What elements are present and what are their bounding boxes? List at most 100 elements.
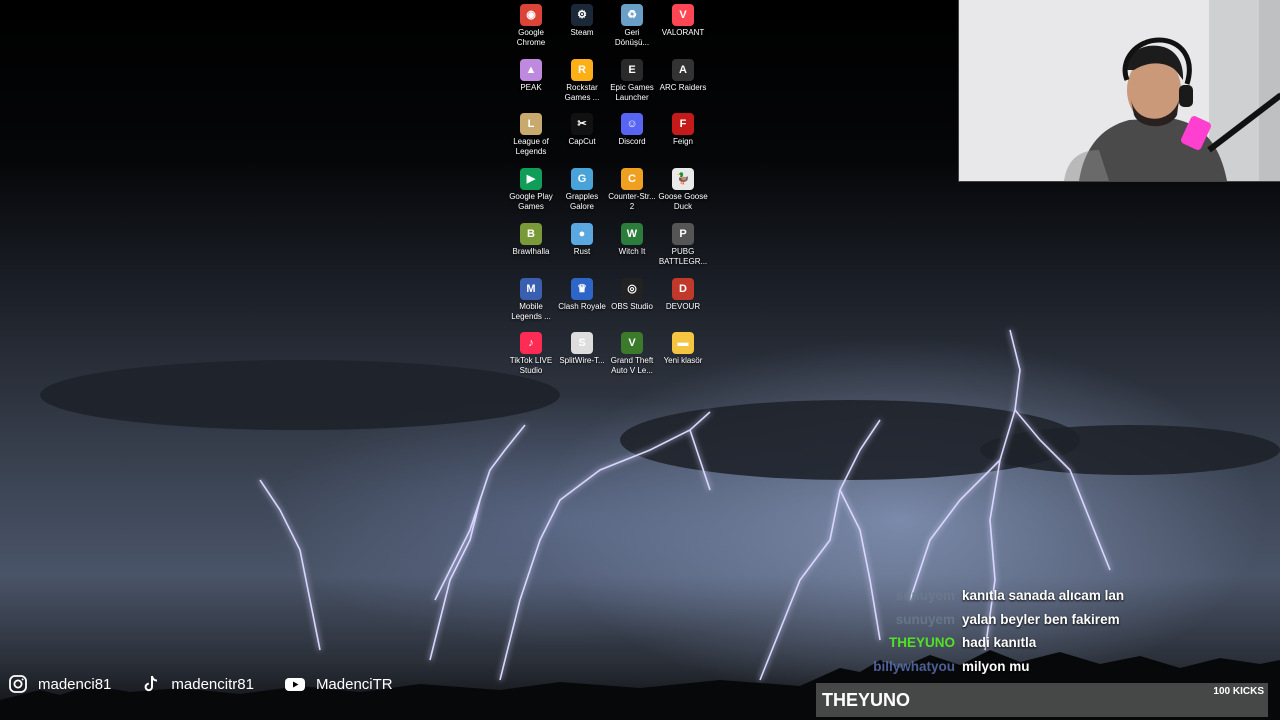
desktop-shortcut[interactable]: ◉ Google Chrome [506, 4, 556, 48]
social-tiktok[interactable]: madencitr81 [141, 674, 254, 694]
league-icon: L [520, 113, 542, 136]
counter-strike-icon: C [621, 168, 643, 191]
social-instagram[interactable]: madenci81 [8, 674, 111, 694]
goose-goose-duck-icon: 🦆 [672, 168, 694, 191]
tiktok-handle: madencitr81 [171, 675, 254, 693]
social-links: madenci81 madencitr81 MadenciTR [8, 672, 423, 696]
desktop-shortcut[interactable]: P PUBG BATTLEGR... [658, 222, 708, 267]
brawlhalla-icon: B [520, 222, 542, 245]
desktop-shortcut[interactable]: ☺ Discord [607, 113, 657, 147]
kick-alert-bar: THEYUNO 100 KICKS [816, 683, 1268, 717]
instagram-handle: madenci81 [38, 675, 112, 693]
desktop-shortcut[interactable]: ▲ PEAK [506, 58, 556, 93]
google-play-games-icon: ▶ [520, 168, 542, 191]
kick-alert-count: 100 KICKS [1213, 686, 1264, 697]
rust-icon: ● [571, 222, 593, 245]
desktop-shortcut[interactable]: E Epic Games Launcher [607, 58, 657, 103]
desktop-shortcut[interactable]: ♪ TikTok LIVE Studio [506, 332, 556, 376]
grapples-galore-icon: G [571, 168, 593, 191]
desktop-shortcut-label: VALORANT [661, 28, 705, 37]
desktop-shortcut[interactable]: R Rockstar Games ... [557, 58, 607, 103]
splitwire-icon: S [571, 332, 593, 355]
chat-message: THEYUNO hadi kanıtla [860, 631, 1160, 655]
desktop-shortcut[interactable]: S SplitWire-T... [557, 332, 607, 366]
chat-text: yalan beyler ben fakirem [962, 611, 1120, 627]
desktop-shortcut[interactable]: ⚙ Steam [557, 4, 607, 38]
chat-username: sunuyem [895, 611, 955, 627]
desktop-shortcut[interactable]: W Witch It [607, 222, 657, 257]
tiktok-icon [141, 674, 161, 694]
chat-message: billywhatyou milyon mu [860, 655, 1160, 679]
desktop-shortcut-label: Google Chrome [516, 28, 546, 47]
instagram-icon [8, 674, 28, 694]
desktop-shortcut[interactable]: ✂ CapCut [557, 113, 607, 147]
folder-icon: ▬ [672, 332, 694, 355]
tiktok-live-icon: ♪ [520, 332, 542, 355]
desktop-shortcut-label: Goose Goose Duck [658, 192, 708, 212]
kick-alert-name: THEYUNO [822, 690, 911, 710]
desktop-shortcut-label: Discord [618, 137, 646, 147]
desktop-shortcut[interactable]: ◎ OBS Studio [607, 277, 657, 312]
desktop-shortcut[interactable]: C Counter-Str... 2 [607, 168, 657, 212]
arc-raiders-icon: A [672, 58, 694, 81]
peak-icon: ▲ [520, 58, 542, 81]
discord-icon: ☺ [621, 113, 643, 136]
desktop-shortcut-label: Epic Games Launcher [610, 82, 654, 102]
desktop-shortcut[interactable]: V Grand Theft Auto V Le... [607, 332, 657, 376]
desktop-shortcut[interactable]: F Feign [658, 113, 708, 147]
desktop-shortcut-label: SplitWire-T... [559, 356, 605, 366]
desktop-shortcut-label: Steam [570, 28, 594, 37]
desktop-shortcut-label: DEVOUR [665, 301, 701, 311]
chat-message: sunuyem kanıtla sanada alıcam lan [860, 584, 1160, 608]
desktop-shortcut-label: Geri Dönüşü... [614, 28, 650, 47]
devour-icon: D [672, 277, 694, 300]
chat-message: sunuyem yalan beyler ben fakirem [860, 608, 1160, 632]
desktop-shortcut-label: Clash Royale [558, 301, 606, 311]
desktop-shortcut[interactable]: D DEVOUR [658, 277, 708, 312]
desktop-shortcut-label: Grand Theft Auto V Le... [610, 356, 654, 376]
desktop-shortcut[interactable]: ▶ Google Play Games [506, 168, 556, 212]
recycle-bin-icon: ♻ [621, 4, 643, 26]
feign-icon: F [672, 113, 694, 136]
witch-it-icon: W [621, 222, 643, 245]
desktop-shortcut-label: Witch It [618, 246, 646, 256]
desktop-shortcut[interactable]: G Grapples Galore [557, 168, 607, 212]
desktop-shortcut-label: Rust [573, 246, 591, 256]
mobile-legends-icon: M [520, 277, 542, 300]
desktop-shortcut[interactable]: A ARC Raiders [658, 58, 708, 93]
desktop-shortcut-label: League of Legends [513, 137, 549, 157]
epic-games-icon: E [621, 58, 643, 81]
gta-v-icon: V [621, 332, 643, 355]
desktop-shortcut-label: Brawlhalla [512, 246, 550, 256]
desktop-shortcut[interactable]: ▬ Yeni klasör [658, 332, 708, 366]
desktop-shortcut[interactable]: M Mobile Legends ... [506, 277, 556, 322]
desktop-shortcut[interactable]: B Brawlhalla [506, 222, 556, 257]
desktop-shortcut[interactable]: L League of Legends [506, 113, 556, 157]
desktop-shortcut[interactable]: ● Rust [557, 222, 607, 257]
desktop-shortcut-label: Yeni klasör [663, 356, 703, 366]
youtube-icon [284, 674, 306, 694]
desktop-shortcut-label: ARC Raiders [659, 82, 707, 92]
desktop-shortcut-label: Rockstar Games ... [564, 82, 600, 102]
webcam-overlay [958, 0, 1280, 182]
steam-icon: ⚙ [571, 4, 593, 26]
desktop-shortcut-label: CapCut [568, 137, 596, 147]
desktop-shortcut[interactable]: 🦆 Goose Goose Duck [658, 168, 708, 212]
desktop-shortcut[interactable]: ♻ Geri Dönüşü... [607, 4, 657, 48]
desktop-shortcut-label: TikTok LIVE Studio [509, 356, 553, 376]
desktop-shortcut[interactable]: V VALORANT [658, 4, 708, 38]
desktop-shortcut-label: Mobile Legends ... [511, 301, 551, 321]
chat-username: sunuyem [895, 588, 955, 604]
youtube-handle: MadenciTR [315, 675, 393, 693]
chat-overlay: sunuyem kanıtla sanada alıcam lan sunuyem y… [860, 584, 1160, 678]
desktop-shortcut[interactable]: ♛ Clash Royale [557, 277, 607, 312]
clash-royale-icon: ♛ [571, 277, 593, 300]
chat-text: milyon mu [962, 658, 1030, 674]
chat-text: hadi kanıtla [962, 635, 1037, 651]
chat-username: billywhatyou [873, 658, 955, 674]
capcut-icon: ✂ [571, 113, 593, 136]
desktop-shortcut-label: Google Play Games [509, 192, 553, 212]
social-youtube[interactable]: MadenciTR [284, 674, 393, 694]
obs-studio-icon: ◎ [621, 277, 643, 300]
desktop-shortcut-label: OBS Studio [611, 301, 653, 311]
